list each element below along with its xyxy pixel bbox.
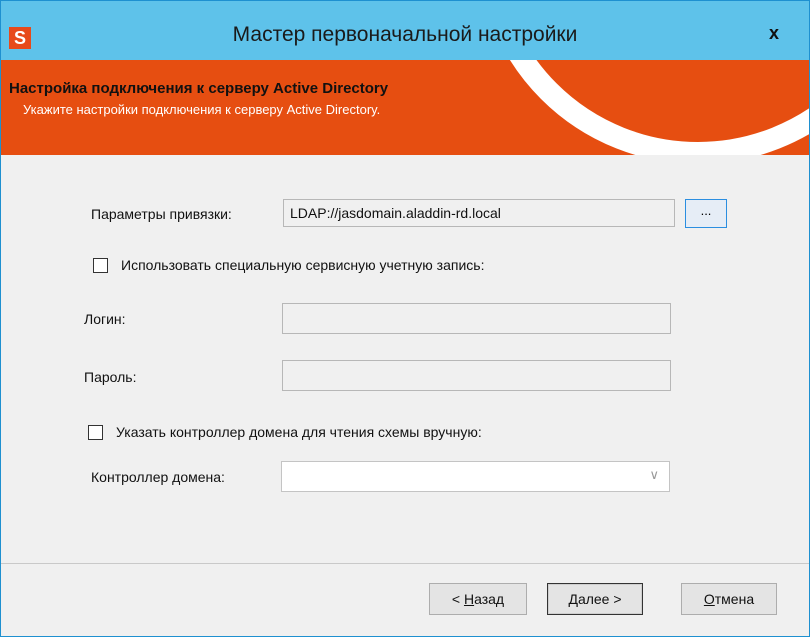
chevron-down-icon[interactable]: ∨	[649, 467, 659, 483]
service-account-checkbox[interactable]	[93, 258, 108, 273]
title-bar[interactable]: S Мастер первоначальной настройки x	[1, 1, 809, 60]
banner-subtitle: Укажите настройки подключения к серверу …	[23, 102, 381, 117]
next-button[interactable]: Далее >	[547, 583, 643, 615]
service-account-label[interactable]: Использовать специальную сервисную учетн…	[121, 257, 484, 273]
banner-title: Настройка подключения к серверу Active D…	[9, 80, 389, 97]
bind-params-label: Параметры привязки:	[91, 206, 232, 222]
footer-separator	[1, 563, 809, 564]
back-button-rest: азад	[474, 591, 505, 607]
close-button[interactable]: x	[759, 20, 789, 46]
manual-dc-label[interactable]: Указать контроллер домена для чтения схе…	[116, 424, 482, 440]
domain-controller-label: Контроллер домена:	[91, 469, 225, 485]
password-field[interactable]	[282, 360, 671, 391]
header-banner: Настройка подключения к серверу Active D…	[1, 60, 809, 155]
login-label: Логин:	[84, 311, 126, 327]
next-button-accel: Д	[568, 591, 578, 607]
manual-dc-checkbox[interactable]	[88, 425, 103, 440]
back-button-prefix: <	[451, 591, 464, 607]
password-label: Пароль:	[84, 369, 137, 385]
banner-decoration	[476, 60, 809, 155]
back-button[interactable]: < Назад	[429, 583, 527, 615]
wizard-window: S Мастер первоначальной настройки x Наст…	[0, 0, 810, 637]
cancel-button-accel: О	[703, 591, 715, 607]
browse-button[interactable]: ...	[685, 199, 727, 228]
cancel-button-rest: тмена	[714, 591, 755, 607]
window-title: Мастер первоначальной настройки	[232, 23, 578, 46]
domain-controller-select[interactable]: ∨	[281, 461, 670, 492]
login-field[interactable]	[282, 303, 671, 334]
cancel-button[interactable]: Отмена	[681, 583, 777, 615]
bind-params-field[interactable]: LDAP://jasdomain.aladdin-rd.local	[283, 199, 675, 227]
next-button-rest: алее >	[577, 591, 622, 607]
back-button-accel: Н	[463, 591, 475, 607]
